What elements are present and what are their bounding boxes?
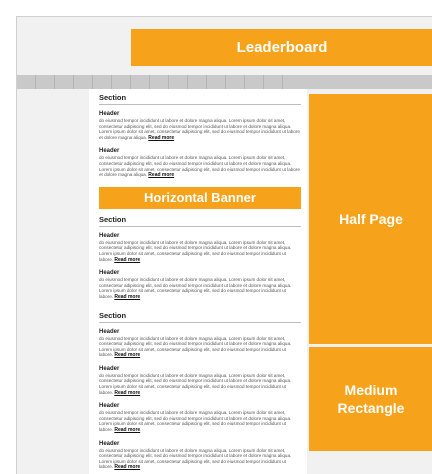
nav-item[interactable] [264, 75, 283, 89]
article: Header do eiusmod tempor incididunt ut l… [99, 270, 301, 300]
nav-item[interactable] [207, 75, 226, 89]
horizontal-banner-ad[interactable]: Horizontal Banner [99, 186, 301, 209]
article: Header do eiusmod tempor incididunt ut l… [99, 148, 301, 178]
article-body: do eiusmod tempor incididunt ut labore e… [99, 372, 292, 396]
read-more-link[interactable]: Read more [114, 352, 140, 358]
nav-item[interactable] [36, 75, 55, 89]
section-title: Section [99, 93, 301, 105]
article: Header do eiusmod tempor incididunt ut l… [99, 329, 301, 359]
nav-item[interactable] [131, 75, 150, 89]
nav-item[interactable] [188, 75, 207, 89]
article-header[interactable]: Header [99, 329, 301, 335]
section-title: Section [99, 311, 301, 323]
article: Header do eiusmod tempor incididunt ut l… [99, 403, 301, 433]
nav-item[interactable] [93, 75, 112, 89]
content-section: Section Header do eiusmod tempor incidid… [99, 311, 301, 472]
article: Header do eiusmod tempor incididunt ut l… [99, 441, 301, 471]
article-body: do eiusmod tempor incididunt ut labore e… [99, 239, 292, 263]
nav-item[interactable] [226, 75, 245, 89]
main-content: Section Header do eiusmod tempor incidid… [89, 89, 307, 474]
medium-rectangle-label: Medium Rectangle [337, 382, 405, 416]
medium-rectangle-ad[interactable]: Medium Rectangle [309, 347, 432, 451]
nav-item[interactable] [55, 75, 74, 89]
content-section: Section Header do eiusmod tempor incidid… [99, 93, 301, 179]
article-body: do eiusmod tempor incididunt ut labore e… [99, 155, 300, 179]
article-header[interactable]: Header [99, 441, 301, 447]
article-body: do eiusmod tempor incididunt ut labore e… [99, 447, 292, 471]
read-more-link[interactable]: Read more [148, 172, 174, 178]
nav-bar-fill [283, 75, 432, 89]
article: Header do eiusmod tempor incididunt ut l… [99, 366, 301, 396]
read-more-link[interactable]: Read more [114, 464, 140, 471]
content-section: Section Header do eiusmod tempor incidid… [99, 215, 301, 301]
read-more-link[interactable]: Read more [148, 135, 174, 141]
half-page-label: Half Page [339, 211, 403, 227]
read-more-link[interactable]: Read more [114, 390, 140, 396]
nav-item[interactable] [74, 75, 93, 89]
article-header[interactable]: Header [99, 148, 301, 154]
leaderboard-ad[interactable]: Leaderboard [131, 29, 432, 66]
horizontal-banner-label: Horizontal Banner [144, 190, 256, 206]
nav-item[interactable] [169, 75, 188, 89]
article-header[interactable]: Header [99, 270, 301, 276]
article-header[interactable]: Header [99, 111, 301, 117]
nav-item[interactable] [245, 75, 264, 89]
nav-item[interactable] [17, 75, 36, 89]
article: Header do eiusmod tempor incididunt ut l… [99, 233, 301, 263]
article-body: do eiusmod tempor incididunt ut labore e… [99, 118, 300, 141]
leaderboard-label: Leaderboard [236, 39, 328, 56]
article: Header do eiusmod tempor incididunt ut l… [99, 111, 301, 141]
nav-item[interactable] [150, 75, 169, 89]
page-wireframe: Leaderboard Section Header do eiusmod te… [16, 16, 432, 474]
article-header[interactable]: Header [99, 233, 301, 239]
read-more-link[interactable]: Read more [114, 294, 140, 300]
read-more-link[interactable]: Read more [114, 427, 140, 433]
half-page-ad[interactable]: Half Page [309, 94, 432, 344]
nav-item[interactable] [112, 75, 131, 89]
article-header[interactable]: Header [99, 366, 301, 372]
read-more-link[interactable]: Read more [114, 257, 140, 263]
article-body: do eiusmod tempor incididunt ut labore e… [99, 335, 292, 359]
article-header[interactable]: Header [99, 403, 301, 409]
article-body: do eiusmod tempor incididunt ut labore e… [99, 277, 292, 300]
nav-bar [17, 75, 432, 89]
article-body: do eiusmod tempor incididunt ut labore e… [99, 410, 292, 434]
section-title: Section [99, 215, 301, 227]
